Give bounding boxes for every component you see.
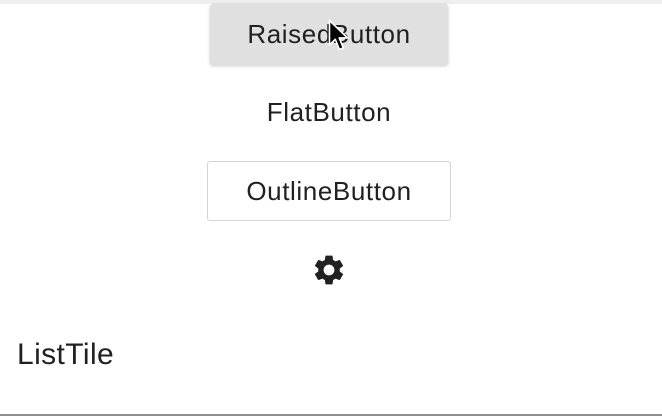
raised-button-label: RaisedButton <box>247 19 411 49</box>
raised-button[interactable]: RaisedButton <box>210 4 448 65</box>
flat-button-label: FlatButton <box>266 96 392 127</box>
outline-button-label: OutlineButton <box>246 175 412 206</box>
flat-button[interactable]: FlatButton <box>232 84 426 140</box>
list-tile[interactable]: ListTile <box>0 322 662 388</box>
outline-button[interactable]: OutlineButton <box>207 161 451 221</box>
list-tile-title: ListTile <box>17 338 115 371</box>
gear-icon <box>314 255 344 285</box>
settings-icon-button[interactable] <box>305 246 353 294</box>
